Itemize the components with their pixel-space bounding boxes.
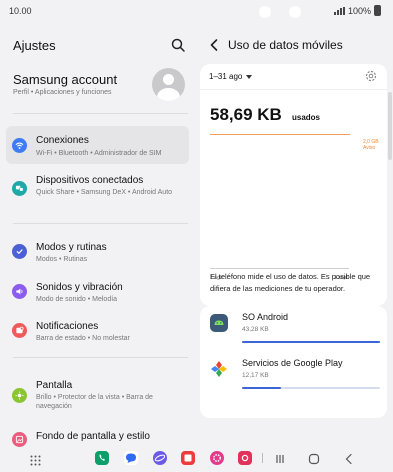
divider [13, 223, 188, 224]
phone-app-icon[interactable] [95, 451, 109, 465]
sidebar-item-subtitle: Modo de sonido • Melodía [36, 296, 118, 303]
period-selector[interactable]: 1–31 ago [209, 72, 253, 81]
sidebar-item-fondo-de-pantalla[interactable]: Fondo de pantalla y estilo [6, 426, 189, 448]
period-label: 1–31 ago [209, 72, 243, 81]
wallpaper-icon [12, 432, 27, 447]
avatar[interactable] [152, 68, 185, 101]
home-icon[interactable] [308, 452, 320, 470]
sidebar-item-dispositivos-conectados[interactable]: Dispositivos conectados Quick Share • Sa… [6, 168, 189, 210]
divider [13, 357, 188, 358]
gallery-app-icon[interactable] [210, 451, 224, 465]
signal-icon [333, 6, 345, 15]
divider [200, 89, 387, 90]
account-name: Samsung account [13, 72, 118, 87]
check-circle-icon [12, 244, 27, 259]
sidebar-item-conexiones[interactable]: Conexiones Wi-Fi • Bluetooth • Administr… [6, 126, 189, 164]
usage-value: 58,69 KB [210, 105, 282, 124]
info-text: El teléfono mide el uso de datos. Es pos… [210, 272, 371, 293]
google-play-services-icon [210, 360, 228, 378]
camera-dot [289, 6, 301, 18]
browser-app-icon[interactable] [153, 451, 167, 465]
sidebar-item-label: Fondo de pantalla y estilo [36, 431, 150, 442]
data-usage-pane: Uso de datos móviles 1–31 ago 58,69 KB u… [198, 24, 393, 448]
apps-card: SO Android 43,28 KB Servicios de Google … [200, 306, 387, 418]
settings-title: Ajustes [13, 38, 56, 53]
sidebar-item-label: Modos y rutinas [36, 242, 107, 253]
dropdown-arrow-icon [246, 74, 253, 79]
sidebar-item-notificaciones[interactable]: Notificaciones Barra de estado • No mole… [6, 315, 189, 345]
battery-percent: 100% [347, 5, 371, 16]
account-subtitle: Perfil • Aplicaciones y funciones [13, 89, 112, 96]
recents-icon[interactable] [274, 452, 286, 470]
app-usage-bar [242, 341, 380, 343]
sidebar-item-subtitle: Barra de estado • No molestar [36, 335, 130, 342]
app-usage-bar [242, 387, 380, 389]
status-indicators: 100% [333, 5, 381, 16]
battery-icon [374, 5, 381, 16]
back-arrow-icon[interactable] [208, 37, 220, 53]
app-size: 12,17 KB [242, 372, 269, 379]
sidebar-item-label: Conexiones [36, 135, 89, 146]
sidebar-item-subtitle: Brillo • Protector de la vista • Barra d… [36, 394, 153, 410]
app-usage-bar-fill [242, 341, 380, 343]
notes-app-icon[interactable] [181, 451, 195, 465]
sidebar-item-label: Dispositivos conectados [36, 175, 144, 186]
sidebar-item-sonidos-y-vibracion[interactable]: Sonidos y vibración Modo de sonido • Mel… [6, 276, 189, 306]
scrollbar[interactable] [388, 92, 392, 160]
devices-icon [12, 181, 27, 196]
sidebar-item-subtitle: Modos • Rutinas [36, 256, 88, 263]
chart-axis [210, 268, 349, 269]
android-icon [210, 314, 228, 332]
status-time: 10.00 [9, 6, 32, 16]
divider [13, 113, 188, 114]
status-bar: 10.00 100% [0, 0, 393, 24]
sidebar-item-label: Sonidos y vibración [36, 282, 123, 293]
usage-card: 1–31 ago 58,69 KB usados 2,0 GB Aviso 1 … [200, 64, 387, 306]
page-title: Uso de datos móviles [228, 38, 343, 52]
app-drawer-icon[interactable] [30, 453, 41, 471]
limit-line [210, 134, 350, 135]
app-usage-bar-fill [242, 387, 281, 389]
app-name: Servicios de Google Play [242, 358, 343, 368]
camera-dot [259, 6, 271, 18]
search-icon[interactable] [170, 37, 186, 53]
sidebar-item-subtitle: Quick Share • Samsung DeX • Android Auto [36, 189, 173, 196]
divider [262, 453, 263, 463]
app-name: SO Android [242, 312, 289, 322]
app-row-so-android[interactable]: SO Android 43,28 KB [200, 306, 387, 352]
sidebar-item-label: Pantalla [36, 380, 73, 391]
sun-icon [12, 388, 27, 403]
navigation-bar [0, 446, 393, 472]
sidebar-item-label: Notificaciones [36, 321, 99, 332]
sidebar-item-modos-y-rutinas[interactable]: Modos y rutinas Modos • Rutinas [6, 236, 189, 266]
usage-unit: usados [292, 113, 321, 122]
camera-app-icon[interactable] [238, 451, 252, 465]
sidebar-item-pantalla[interactable]: Pantalla Brillo • Protector de la vista … [6, 374, 189, 416]
app-row-google-play-services[interactable]: Servicios de Google Play 12,17 KB [200, 352, 387, 398]
messages-app-icon[interactable] [124, 451, 138, 465]
sidebar-item-subtitle: Wi-Fi • Bluetooth • Administrador de SIM [36, 150, 162, 157]
bell-icon [12, 323, 27, 338]
app-size: 43,28 KB [242, 326, 269, 333]
gear-icon[interactable] [364, 69, 378, 83]
speaker-icon [12, 284, 27, 299]
wifi-icon [12, 138, 27, 153]
settings-pane: Ajustes Samsung account Perfil • Aplicac… [0, 24, 196, 448]
limit-label: Aviso [363, 145, 376, 151]
back-icon[interactable] [343, 452, 355, 470]
